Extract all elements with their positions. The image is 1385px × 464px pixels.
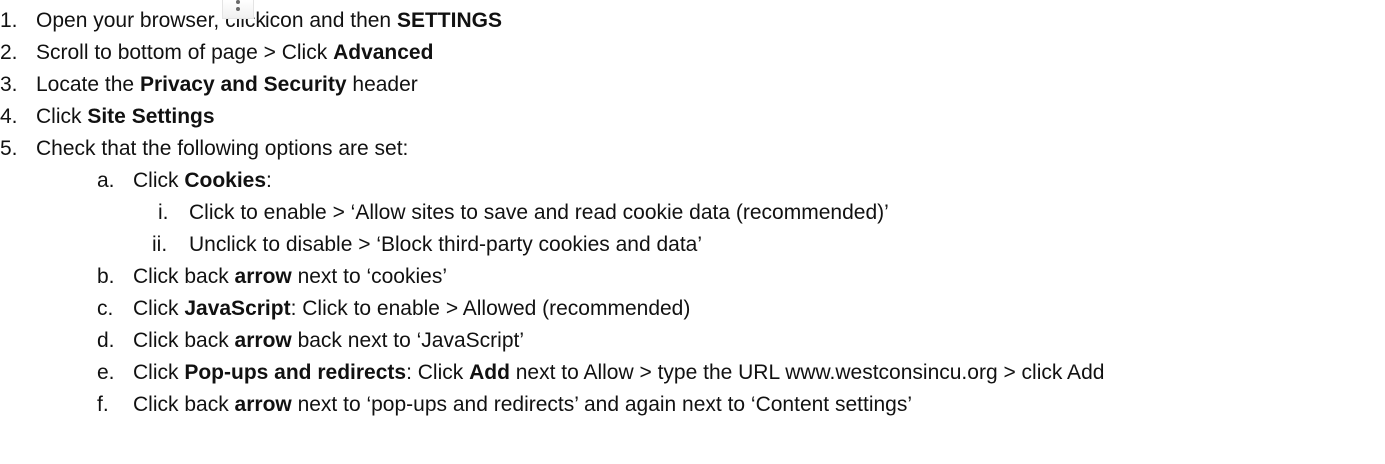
substep-text: Click to enable > ‘Allow sites to save a… — [189, 201, 889, 224]
substep-marker: d. — [97, 329, 115, 352]
step-2: 2. Scroll to bottom of page > Click Adva… — [0, 40, 800, 66]
substep-bold-text: arrow — [234, 265, 292, 288]
step-text: Locate the — [36, 73, 135, 96]
substep-text: Click — [133, 169, 179, 192]
substep-text: : Click to enable > Allowed (recommended… — [290, 297, 691, 320]
substep-text: Click — [133, 361, 179, 384]
substep-c: c. Click JavaScript: Click to enable > A… — [97, 296, 997, 322]
substep-text: next to Allow > type the URL www.westcon… — [515, 361, 1105, 384]
substep-marker: i. — [158, 201, 169, 224]
substep-text: : — [266, 169, 272, 192]
substep-b: b. Click back arrow next to ‘cookies’ — [97, 264, 897, 290]
substep-marker: e. — [97, 361, 115, 384]
step-1: 1. Open your browser, click icon and the… — [0, 0, 800, 34]
step-bold-text: Privacy and Security — [139, 73, 347, 96]
substep-text: Click — [133, 297, 179, 320]
substep-bold-text: Add — [469, 361, 510, 384]
substep-bold-text: Pop-ups and redirects — [184, 361, 407, 384]
substep-bold-text: JavaScript — [184, 297, 291, 320]
substep-text: Click back — [133, 329, 229, 352]
substep-marker: b. — [97, 265, 115, 288]
step-text: header — [352, 73, 418, 96]
substep-f: f. Click back arrow next to ‘pop-ups and… — [97, 392, 1377, 418]
step-bold-text: Site Settings — [87, 105, 215, 128]
substep-ii: ii. Unclick to disable > ‘Block third-pa… — [152, 232, 1252, 258]
step-marker: 4. — [0, 105, 18, 128]
substep-bold-text: Cookies — [184, 169, 267, 192]
step-text: Check that the following options are set… — [36, 137, 409, 160]
substep-d: d. Click back arrow back next to ‘JavaSc… — [97, 328, 997, 354]
substep-a: a. Click Cookies: — [97, 168, 697, 194]
step-4: 4. Click Site Settings — [0, 104, 800, 130]
instructions-document: 1. Open your browser, click icon and the… — [0, 0, 1385, 464]
substep-bold-text: arrow — [234, 329, 292, 352]
substep-text: Click back — [133, 265, 229, 288]
substep-marker: c. — [97, 297, 114, 320]
substep-text: next to ‘cookies’ — [297, 265, 447, 288]
more-vert-icon — [222, 0, 254, 19]
substep-bold-text: arrow — [234, 393, 292, 416]
substep-text: next to ‘pop-ups and redirects’ and agai… — [297, 393, 913, 416]
step-marker: 2. — [0, 41, 18, 64]
substep-text: Unclick to disable > ‘Block third-party … — [189, 233, 703, 256]
substep-text: back next to ‘JavaScript’ — [297, 329, 525, 352]
step-marker: 1. — [0, 9, 18, 32]
step-bold-text: Advanced — [333, 41, 434, 64]
substep-text: : Click — [406, 361, 464, 384]
substep-marker: a. — [97, 169, 115, 192]
substep-i: i. Click to enable > ‘Allow sites to sav… — [152, 200, 1252, 226]
step-text: Scroll to bottom of page > Click — [36, 41, 328, 64]
step-bold-text: SETTINGS — [396, 9, 502, 32]
substep-text: Click back — [133, 393, 229, 416]
step-marker: 5. — [0, 137, 18, 160]
substep-marker: ii. — [152, 233, 168, 256]
step-3: 3. Locate the Privacy and Security heade… — [0, 72, 800, 98]
step-marker: 3. — [0, 73, 18, 96]
step-5: 5. Check that the following options are … — [0, 136, 800, 162]
substep-marker: f. — [97, 393, 109, 416]
step-text: icon and then — [265, 9, 392, 32]
substep-e: e. Click Pop-ups and redirects: Click Ad… — [97, 360, 1377, 386]
step-text: Click — [36, 105, 82, 128]
